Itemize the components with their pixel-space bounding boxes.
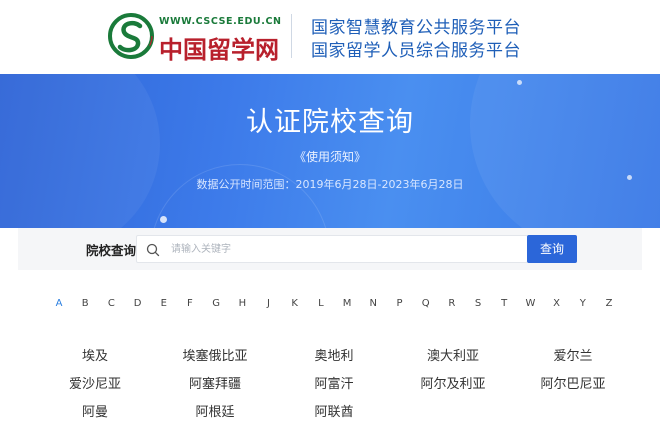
alphabet-letter-l[interactable]: L	[314, 298, 328, 309]
alphabet-letter-h[interactable]: H	[235, 298, 249, 309]
date-range-text: 数据公开时间范围：2019年6月28日-2023年6月28日	[196, 178, 464, 191]
country-item[interactable]: 奥地利	[314, 345, 353, 364]
country-item[interactable]: 埃及	[82, 345, 108, 364]
alphabet-letter-t[interactable]: T	[497, 298, 511, 309]
logo-emblem-icon	[108, 13, 154, 59]
country-item[interactable]: 阿曼	[82, 401, 108, 420]
page-title: 认证院校查询	[246, 107, 414, 138]
alphabet-letter-f[interactable]: F	[183, 298, 197, 309]
hero-banner: 认证院校查询 《使用须知》 数据公开时间范围：2019年6月28日-2023年6…	[0, 74, 660, 228]
alphabet-letter-m[interactable]: M	[340, 298, 354, 309]
alphabet-letter-p[interactable]: P	[392, 298, 406, 309]
search-box[interactable]	[136, 235, 528, 263]
alphabet-letter-e[interactable]: E	[157, 298, 171, 309]
alphabet-letter-a[interactable]: A	[52, 298, 66, 309]
alphabet-letter-s[interactable]: S	[471, 298, 485, 309]
search-label: 院校查询	[86, 243, 137, 258]
search-input[interactable]	[171, 239, 521, 259]
alphabet-letter-z[interactable]: Z	[602, 298, 616, 309]
country-item[interactable]: 阿尔巴尼亚	[540, 373, 605, 392]
platform-title-1: 国家智慧教育公共服务平台	[311, 18, 521, 38]
alphabet-letter-b[interactable]: B	[78, 298, 92, 309]
usage-notice-link[interactable]: 《使用须知》	[0, 148, 660, 165]
site-name: 中国留学网	[159, 35, 279, 64]
banner-decoration	[150, 164, 330, 228]
country-item[interactable]: 埃塞俄比亚	[182, 345, 247, 364]
alphabet-letter-k[interactable]: K	[288, 298, 302, 309]
country-item[interactable]: 爱沙尼亚	[69, 373, 121, 392]
alphabet-letter-g[interactable]: G	[209, 298, 223, 309]
alphabet-letter-n[interactable]: N	[366, 298, 380, 309]
platform-title-2: 国家留学人员综合服务平台	[311, 41, 521, 61]
header-divider	[291, 14, 292, 58]
site-header: WWW.CSCSE.EDU.CN 中国留学网 国家智慧教育公共服务平台 国家留学…	[0, 0, 660, 74]
site-url: WWW.CSCSE.EDU.CN	[159, 16, 282, 27]
country-item[interactable]: 澳大利亚	[427, 345, 479, 364]
banner-dot	[517, 80, 522, 85]
alphabet-letter-d[interactable]: D	[131, 298, 145, 309]
country-item[interactable]: 阿联酋	[314, 401, 353, 420]
alphabet-letter-c[interactable]: C	[104, 298, 118, 309]
alphabet-letter-j[interactable]: J	[262, 298, 276, 309]
site-logo[interactable]: WWW.CSCSE.EDU.CN 中国留学网	[107, 8, 289, 64]
alphabet-letter-r[interactable]: R	[445, 298, 459, 309]
search-button[interactable]: 查询	[527, 235, 577, 263]
country-item[interactable]: 阿根廷	[195, 401, 234, 420]
search-icon	[146, 243, 160, 257]
banner-dot	[160, 216, 167, 223]
alphabet-letter-x[interactable]: X	[550, 298, 564, 309]
country-item[interactable]: 爱尔兰	[553, 345, 592, 364]
country-item[interactable]: 阿塞拜疆	[189, 373, 241, 392]
alphabet-letter-w[interactable]: W	[523, 298, 537, 309]
alphabet-letter-y[interactable]: Y	[576, 298, 590, 309]
country-item[interactable]: 阿尔及利亚	[420, 373, 485, 392]
alphabet-letter-q[interactable]: Q	[419, 298, 433, 309]
country-item[interactable]: 阿富汗	[314, 373, 353, 392]
